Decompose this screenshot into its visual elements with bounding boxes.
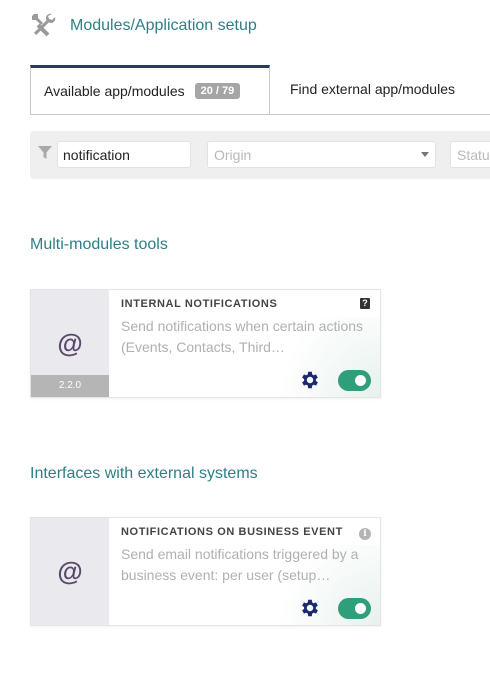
page-title: Modules/Application setup — [70, 17, 257, 34]
filter-icon — [38, 146, 52, 159]
module-card-internal-notifications[interactable]: @ 2.2.0 INTERNAL NOTIFICATIONS ? Send no… — [30, 289, 381, 398]
tools-icon — [32, 13, 56, 37]
origin-select-placeholder: Origin — [214, 146, 252, 163]
modules-count-badge: 20 / 79 — [194, 83, 241, 99]
module-enabled-toggle[interactable] — [338, 598, 371, 619]
tab-available-modules-label: Available app/modules — [44, 83, 185, 99]
section-title-interfaces-external-systems: Interfaces with external systems — [30, 465, 258, 482]
gear-icon[interactable] — [299, 369, 321, 391]
section-title-multi-modules-tools: Multi-modules tools — [30, 236, 168, 253]
chevron-down-icon — [421, 152, 429, 157]
search-input[interactable] — [57, 141, 191, 168]
toggle-knob — [355, 375, 366, 386]
tabs-divider — [30, 114, 490, 115]
help-icon[interactable]: ? — [360, 298, 370, 309]
module-logo-panel: @ — [31, 518, 109, 625]
at-sign-logo: @ — [57, 556, 83, 586]
module-title: INTERNAL NOTIFICATIONS — [121, 298, 278, 310]
info-icon[interactable]: i — [359, 528, 371, 540]
tab-find-external-modules[interactable]: Find external app/modules — [290, 81, 455, 97]
module-enabled-toggle[interactable] — [338, 370, 371, 391]
tab-available-modules[interactable]: Available app/modules 20 / 79 — [30, 65, 270, 114]
module-title: NOTIFICATIONS ON BUSINESS EVENT — [121, 526, 343, 538]
module-description: Send email notifications triggered by a … — [121, 546, 359, 583]
at-sign-logo: @ — [57, 328, 83, 358]
toggle-knob — [355, 603, 366, 614]
module-logo-panel: @ 2.2.0 — [31, 290, 109, 397]
module-description: Send notifications when certain actions … — [121, 318, 364, 355]
origin-select[interactable]: Origin — [207, 141, 436, 168]
version-badge: 2.2.0 — [31, 375, 109, 397]
status-select-placeholder: Status — [457, 146, 490, 163]
module-card-notifications-business-event[interactable]: @ NOTIFICATIONS ON BUSINESS EVENT i Send… — [30, 517, 381, 626]
status-select[interactable]: Status — [450, 141, 490, 168]
gear-icon[interactable] — [299, 597, 321, 619]
